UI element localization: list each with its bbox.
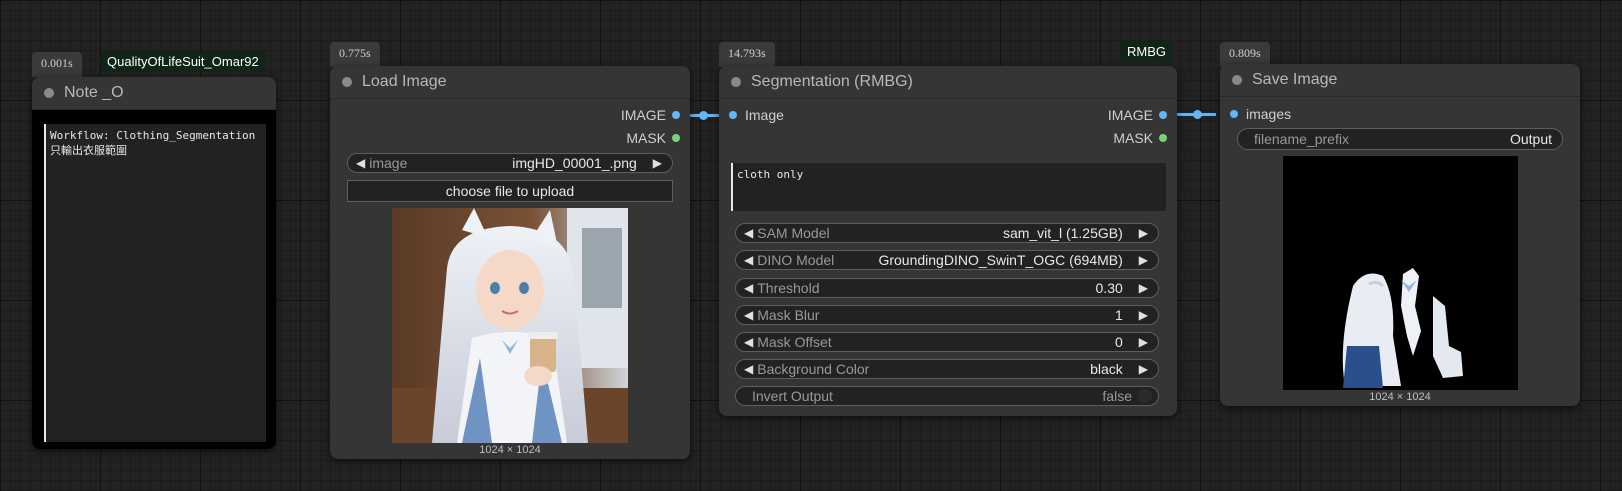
load-image-node[interactable]: Load Image IMAGE MASK ◀ image imgHD_0000… [330, 66, 690, 459]
toggle-knob-icon[interactable] [1138, 389, 1152, 403]
node-title-bar[interactable]: Note _O [32, 77, 276, 110]
arrow-right-icon[interactable]: ▶ [1133, 308, 1158, 322]
slot-connector-icon[interactable] [1159, 134, 1167, 142]
image-dimensions: 1024 × 1024 [1369, 391, 1431, 403]
node-source-tag: QualityOfLifeSuit_Omar92 [101, 51, 265, 72]
node-title-bar[interactable]: Save Image [1220, 64, 1580, 97]
arrow-right-icon[interactable]: ▶ [1133, 253, 1158, 267]
link-reroute-dot[interactable] [699, 111, 708, 120]
dino-model-widget[interactable]: ◀ DINO Model GroundingDINO_SwinT_OGC (69… [735, 250, 1159, 270]
node-title-bar[interactable]: Segmentation (RMBG) [719, 66, 1177, 99]
output-slot-mask[interactable]: MASK [1113, 130, 1167, 146]
segmentation-node[interactable]: Segmentation (RMBG) Image IMAGE MASK clo… [719, 66, 1177, 416]
arrow-left-icon[interactable]: ◀ [736, 308, 757, 322]
execution-time-badge: 0.001s [32, 52, 82, 77]
node-title: Save Image [1252, 71, 1338, 88]
output-preview-image [1283, 156, 1518, 390]
sam-model-widget[interactable]: ◀ SAM Model sam_vit_l (1.25GB) ▶ [735, 223, 1159, 243]
output-slot-mask[interactable]: MASK [626, 130, 680, 146]
invert-output-toggle[interactable]: Invert Output false [735, 386, 1159, 406]
node-source-tag: RMBG [1121, 41, 1172, 62]
arrow-left-icon[interactable]: ◀ [736, 253, 757, 267]
input-slot-image[interactable]: Image [729, 107, 784, 123]
input-slot-images[interactable]: images [1230, 106, 1291, 122]
output-slot-image[interactable]: IMAGE [1108, 107, 1167, 123]
collapse-dot-icon[interactable] [1232, 75, 1242, 85]
arrow-right-icon[interactable]: ▶ [1133, 281, 1158, 295]
arrow-right-icon[interactable]: ▶ [1133, 226, 1158, 240]
slot-connector-icon[interactable] [1230, 110, 1238, 118]
preview-image-girl [392, 208, 628, 443]
node-title: Note _O [64, 84, 124, 101]
prompt-textarea[interactable]: cloth only [731, 163, 1166, 211]
slot-connector-icon[interactable] [1159, 111, 1167, 119]
note-node[interactable]: Note _O Workflow: Clothing_Segmentation … [32, 77, 276, 449]
slot-connector-icon[interactable] [729, 111, 737, 119]
collapse-dot-icon[interactable] [731, 77, 741, 87]
mask-blur-widget[interactable]: ◀ Mask Blur 1 ▶ [735, 305, 1159, 325]
note-textarea[interactable]: Workflow: Clothing_Segmentation 只輸出衣服範圍 [44, 124, 266, 442]
execution-time-badge: 14.793s [719, 42, 775, 67]
link-reroute-dot[interactable] [1193, 110, 1202, 119]
arrow-left-icon[interactable]: ◀ [736, 281, 757, 295]
slot-connector-icon[interactable] [672, 111, 680, 119]
arrow-left-icon[interactable]: ◀ [736, 362, 757, 376]
slot-connector-icon[interactable] [672, 134, 680, 142]
execution-time-badge: 0.775s [330, 42, 380, 67]
arrow-right-icon[interactable]: ▶ [647, 156, 672, 170]
background-color-widget[interactable]: ◀ Background Color black ▶ [735, 359, 1159, 379]
node-title: Segmentation (RMBG) [751, 73, 913, 90]
arrow-left-icon[interactable]: ◀ [736, 335, 757, 349]
upload-button[interactable]: choose file to upload [347, 180, 673, 202]
arrow-left-icon[interactable]: ◀ [348, 156, 369, 170]
threshold-widget[interactable]: ◀ Threshold 0.30 ▶ [735, 278, 1159, 298]
mask-offset-widget[interactable]: ◀ Mask Offset 0 ▶ [735, 332, 1159, 352]
save-image-node[interactable]: Save Image images filename_prefix Output… [1220, 64, 1580, 406]
arrow-left-icon[interactable]: ◀ [736, 226, 757, 240]
output-slot-image[interactable]: IMAGE [621, 107, 680, 123]
arrow-right-icon[interactable]: ▶ [1133, 335, 1158, 349]
filename-prefix-widget[interactable]: filename_prefix Output [1237, 128, 1563, 150]
arrow-right-icon[interactable]: ▶ [1133, 362, 1158, 376]
collapse-dot-icon[interactable] [44, 88, 54, 98]
node-title: Load Image [362, 73, 447, 90]
node-title-bar[interactable]: Load Image [330, 66, 690, 99]
collapse-dot-icon[interactable] [342, 77, 352, 87]
image-dimensions: 1024 × 1024 [479, 444, 541, 456]
image-combo-widget[interactable]: ◀ image imgHD_00001_.png ▶ [347, 153, 673, 173]
